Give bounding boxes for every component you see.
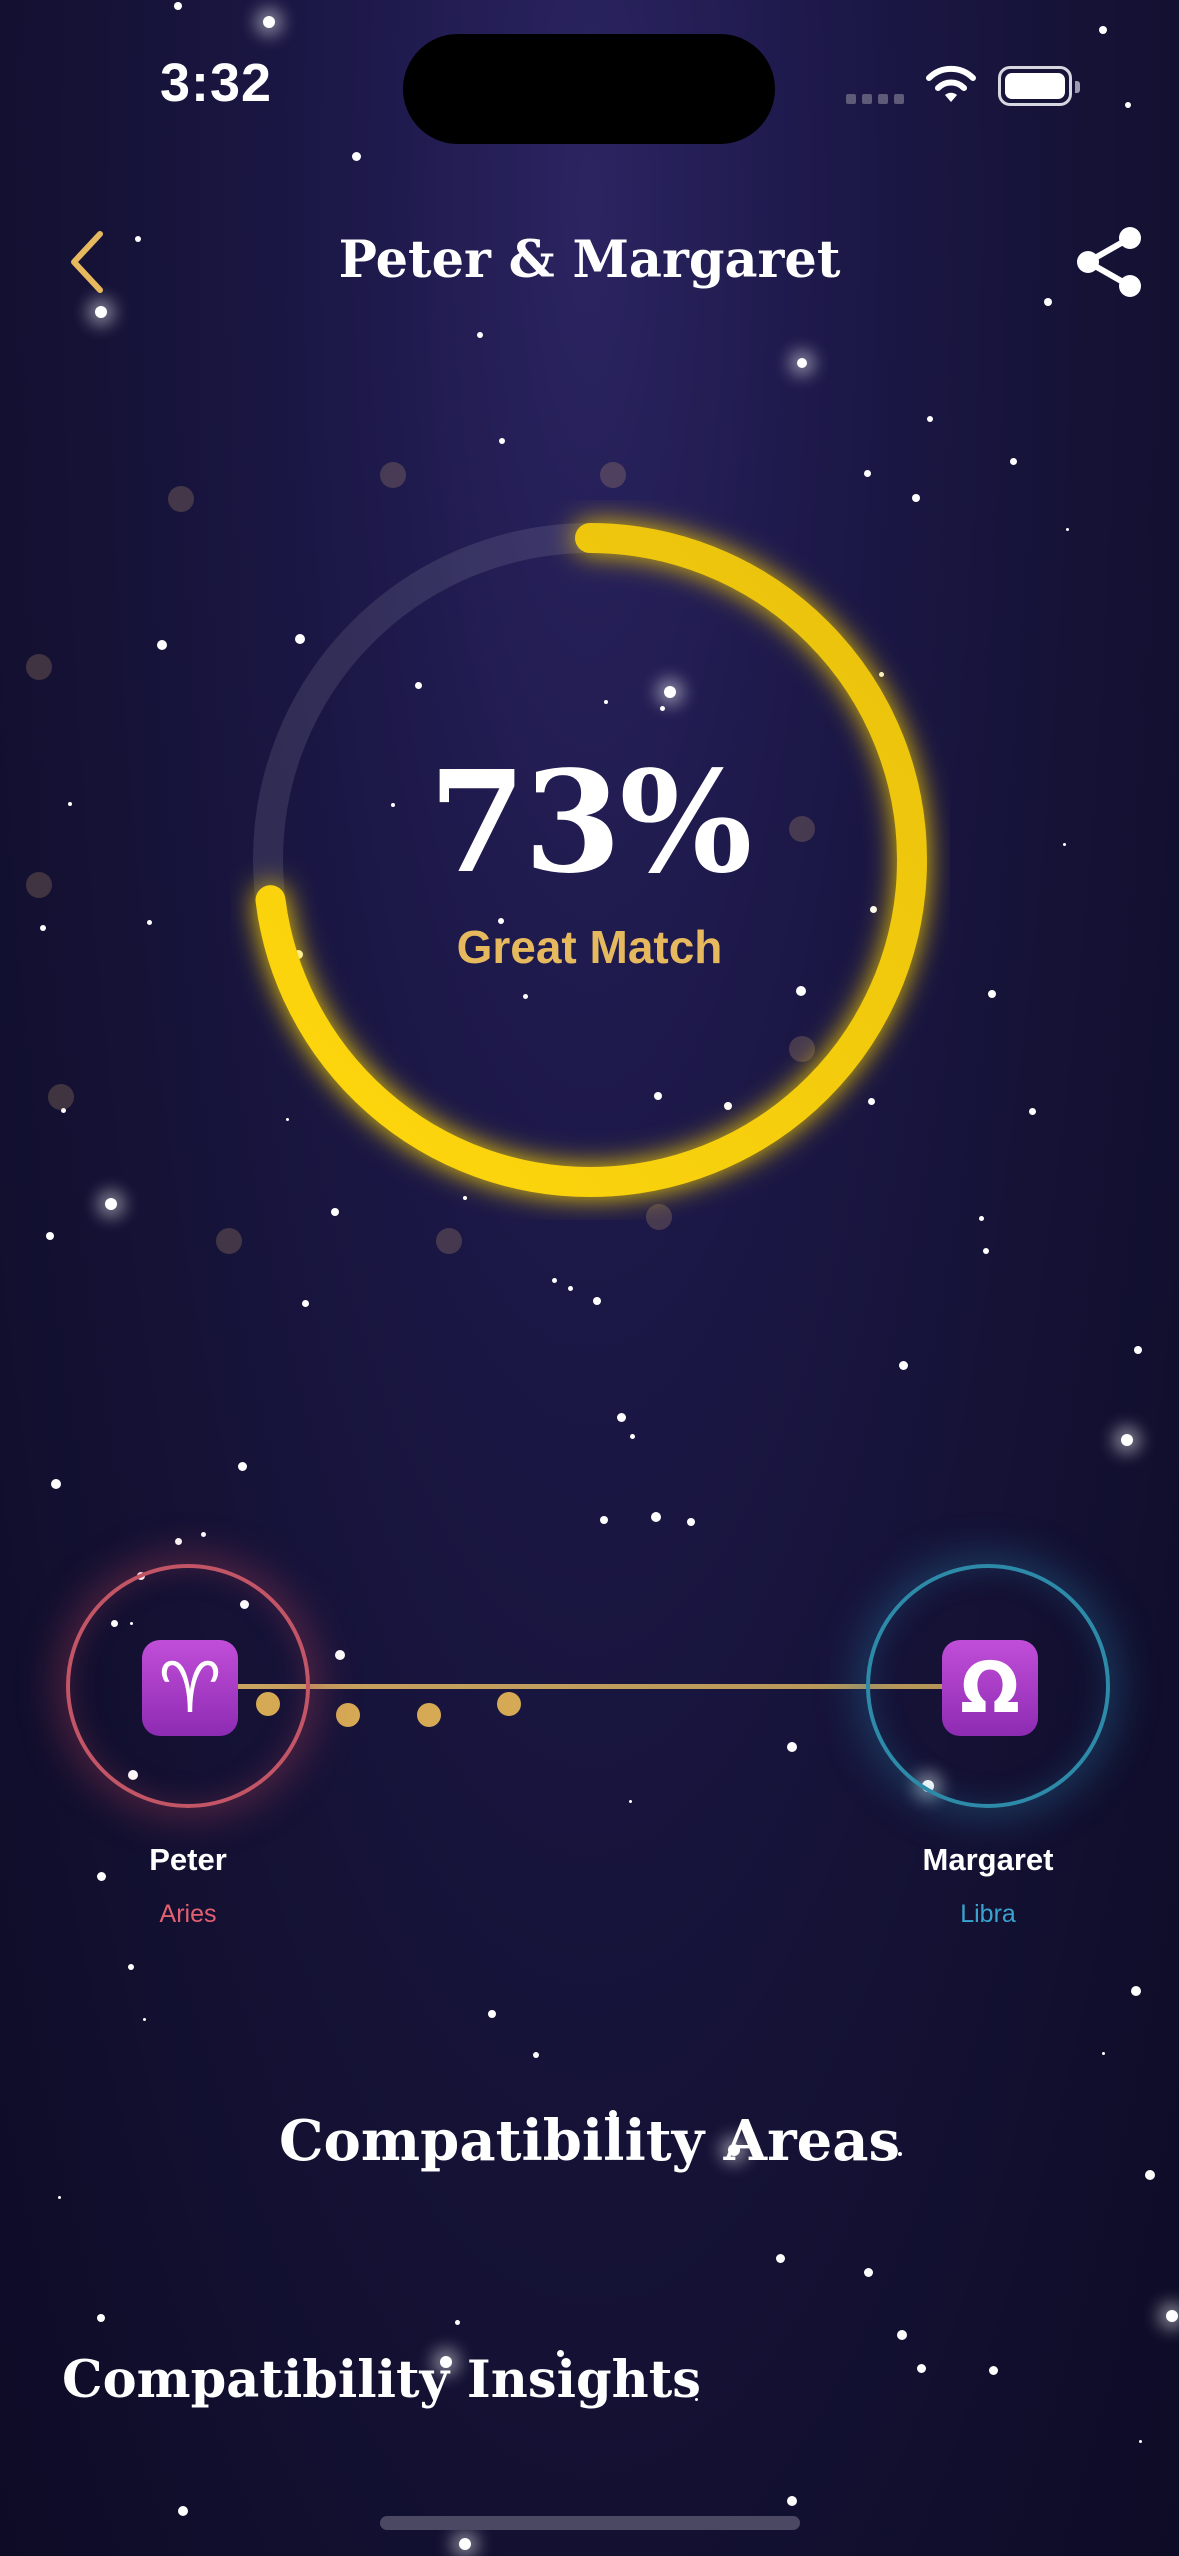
aries-icon: ♈: [142, 1640, 238, 1736]
signs-connector-line: [230, 1684, 950, 1689]
compatibility-insights-title: Compatibility Insights: [62, 2350, 701, 2410]
home-indicator[interactable]: [380, 2516, 800, 2530]
share-icon[interactable]: [1072, 224, 1148, 300]
libra-icon: Ω: [942, 1640, 1038, 1736]
wifi-icon: [926, 65, 976, 102]
page-title: Peter & Margaret: [338, 230, 841, 290]
battery-icon: [998, 66, 1080, 106]
person-1-sign: Aries: [159, 1900, 217, 1928]
cellular-signal-icon: [846, 94, 904, 104]
status-bar: 3:32: [0, 0, 1179, 150]
person-2-sign-badge[interactable]: Ω: [866, 1564, 1110, 1808]
person-1-name: Peter: [149, 1842, 227, 1877]
status-time: 3:32: [160, 53, 273, 113]
dynamic-island: [403, 34, 775, 144]
match-label: Great Match: [456, 921, 723, 973]
person-1-sign-badge[interactable]: ♈: [66, 1564, 310, 1808]
match-percent: 73%: [428, 741, 753, 905]
person-2-sign: Libra: [960, 1900, 1016, 1928]
compatibility-areas-title: Compatibility Areas: [278, 2108, 901, 2174]
person-2-name: Margaret: [922, 1842, 1054, 1877]
